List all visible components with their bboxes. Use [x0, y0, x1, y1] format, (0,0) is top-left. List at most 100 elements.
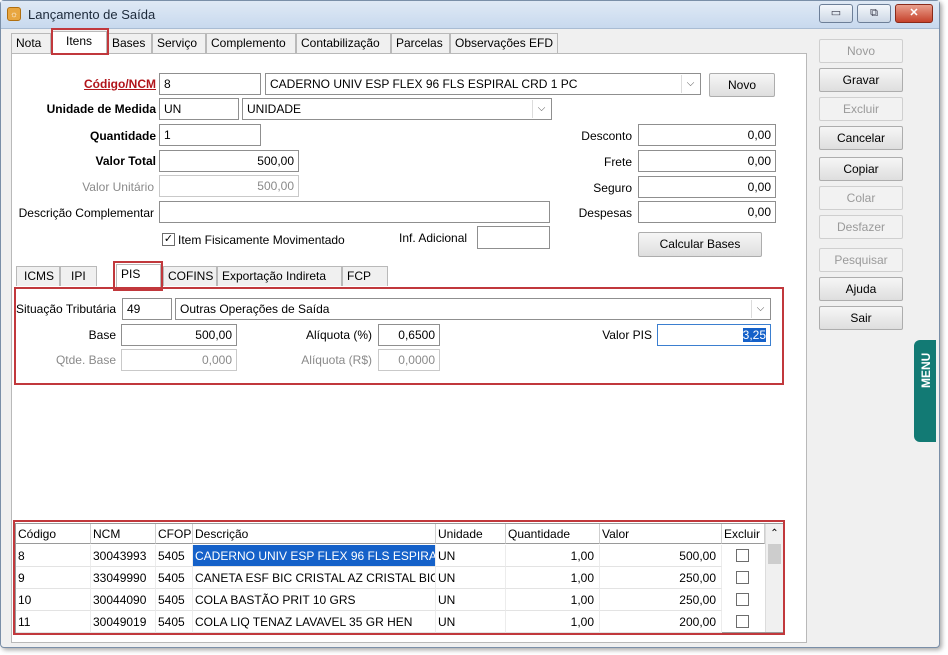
codigo-ncm-link[interactable]: Código/NCM [72, 77, 156, 91]
desconto-input[interactable]: 0,00 [638, 124, 776, 146]
side-menu-tab[interactable]: MENU [914, 340, 936, 442]
grid-cell[interactable]: 33049990 [91, 567, 156, 589]
tab-itens[interactable]: Itens [51, 31, 107, 54]
col-ncm[interactable]: NCM [91, 524, 156, 544]
col-excluir[interactable]: Excluir [722, 524, 765, 544]
minimize-button[interactable]: ▭ [819, 4, 853, 23]
calcular-bases-button[interactable]: Calcular Bases [638, 232, 762, 257]
grid-cell[interactable]: 1,00 [506, 567, 600, 589]
grid-cell[interactable]: 5405 [156, 611, 193, 633]
copiar-button[interactable]: Copiar [819, 157, 903, 181]
tab-fcp[interactable]: FCP [342, 266, 388, 286]
grid-cell[interactable]: COLA BASTÃO PRIT 10 GRS [193, 589, 436, 611]
pis-panel: Situação Tributária 49 Outras Operações … [14, 287, 784, 385]
colar-button[interactable]: Colar [819, 186, 903, 210]
grid-cell[interactable]: UN [436, 545, 506, 567]
excluir-checkbox[interactable] [736, 549, 749, 562]
pesquisar-button[interactable]: Pesquisar [819, 248, 903, 272]
inf-adicional-input[interactable] [477, 226, 550, 249]
tab-contabilizacao[interactable]: Contabilização [296, 33, 391, 53]
tab-bases[interactable]: Bases [107, 33, 152, 53]
excluir-button[interactable]: Excluir [819, 97, 903, 121]
restore-button[interactable]: ⧉ [857, 4, 891, 23]
grid-cell[interactable]: 5405 [156, 545, 193, 567]
ajuda-button[interactable]: Ajuda [819, 277, 903, 301]
situacao-select[interactable]: Outras Operações de Saída ⌵ [175, 298, 771, 320]
chevron-down-icon[interactable]: ⌵ [681, 75, 699, 93]
grid-cell[interactable]: 10 [16, 589, 91, 611]
grid-cell[interactable]: 5405 [156, 589, 193, 611]
col-unidade[interactable]: Unidade [436, 524, 506, 544]
grid-cell[interactable]: 250,00 [600, 589, 722, 611]
excluir-checkbox[interactable] [736, 593, 749, 606]
scroll-thumb[interactable] [768, 544, 781, 564]
grid-cell[interactable]: 500,00 [600, 545, 722, 567]
grid-cell[interactable]: CADERNO UNIV ESP FLEX 96 FLS ESPIRAL C [193, 545, 436, 567]
tab-observacoes-efd[interactable]: Observações EFD [450, 33, 558, 53]
grid-cell[interactable]: 200,00 [600, 611, 722, 633]
aliquota-input[interactable]: 0,6500 [378, 324, 440, 346]
descricao-complementar-input[interactable] [159, 201, 550, 223]
situacao-code-input[interactable]: 49 [122, 298, 172, 320]
grid-cell[interactable]: 8 [16, 545, 91, 567]
menu-tab-label: MENU [919, 352, 933, 388]
col-cfop[interactable]: CFOP [156, 524, 193, 544]
codigo-input[interactable]: 8 [159, 73, 261, 95]
despesas-input[interactable]: 0,00 [638, 201, 776, 223]
produto-value: CADERNO UNIV ESP FLEX 96 FLS ESPIRAL CRD… [270, 77, 578, 91]
grid-cell[interactable]: 1,00 [506, 545, 600, 567]
tab-servico[interactable]: Serviço [152, 33, 206, 53]
excluir-checkbox[interactable] [736, 615, 749, 628]
excluir-checkbox[interactable] [736, 571, 749, 584]
grid-scrollbar[interactable]: ⌃ [765, 524, 783, 632]
grid-cell[interactable]: UN [436, 567, 506, 589]
scroll-up-icon[interactable]: ⌃ [766, 524, 783, 544]
item-fisico-checkbox[interactable]: ✓ [162, 233, 175, 246]
col-valor[interactable]: Valor [600, 524, 722, 544]
grid-cell[interactable]: 9 [16, 567, 91, 589]
col-descricao[interactable]: Descrição [193, 524, 436, 544]
novo-produto-button[interactable]: Novo [709, 73, 775, 97]
desfazer-button[interactable]: Desfazer [819, 215, 903, 239]
grid-cell[interactable]: UN [436, 589, 506, 611]
tab-exportacao-indireta[interactable]: Exportação Indireta [217, 266, 342, 286]
grid-cell[interactable]: 30049019 [91, 611, 156, 633]
window-title: Lançamento de Saída [28, 7, 156, 22]
tab-cofins[interactable]: COFINS [163, 266, 217, 286]
unidade-select[interactable]: UNIDADE ⌵ [242, 98, 552, 120]
col-quantidade[interactable]: Quantidade [506, 524, 600, 544]
valor-total-input[interactable]: 500,00 [159, 150, 299, 172]
col-codigo[interactable]: Código [16, 524, 91, 544]
chevron-down-icon[interactable]: ⌵ [532, 100, 550, 118]
base-input[interactable]: 500,00 [121, 324, 237, 346]
grid-cell[interactable]: 30043993 [91, 545, 156, 567]
tab-nota[interactable]: Nota [11, 33, 51, 53]
quantidade-input[interactable]: 1 [159, 124, 261, 146]
tab-complemento[interactable]: Complemento [206, 33, 296, 53]
novo-button[interactable]: Novo [819, 39, 903, 63]
sair-button[interactable]: Sair [819, 306, 903, 330]
cancelar-button[interactable]: Cancelar [819, 126, 903, 150]
grid-cell[interactable]: COLA LIQ TENAZ LAVAVEL 35 GR HEN [193, 611, 436, 633]
title-bar: ☼ Lançamento de Saída ▭ ⧉ ✕ [1, 1, 939, 29]
grid-cell[interactable]: 1,00 [506, 611, 600, 633]
unidade-code-input[interactable]: UN [159, 98, 239, 120]
valor-pis-input[interactable]: 3,25 [657, 324, 771, 346]
grid-cell[interactable]: 250,00 [600, 567, 722, 589]
close-button[interactable]: ✕ [895, 4, 933, 23]
grid-cell[interactable]: 5405 [156, 567, 193, 589]
grid-cell[interactable]: UN [436, 611, 506, 633]
grid-cell[interactable]: 11 [16, 611, 91, 633]
gravar-button[interactable]: Gravar [819, 68, 903, 92]
tab-ipi[interactable]: IPI [60, 266, 97, 286]
frete-input[interactable]: 0,00 [638, 150, 776, 172]
chevron-down-icon[interactable]: ⌵ [751, 300, 769, 318]
seguro-input[interactable]: 0,00 [638, 176, 776, 198]
produto-select[interactable]: CADERNO UNIV ESP FLEX 96 FLS ESPIRAL CRD… [265, 73, 701, 95]
grid-cell[interactable]: CANETA ESF BIC CRISTAL AZ CRISTAL BIC [193, 567, 436, 589]
tab-pis[interactable]: PIS [116, 264, 161, 287]
tab-icms[interactable]: ICMS [16, 266, 60, 286]
tab-parcelas[interactable]: Parcelas [391, 33, 450, 53]
grid-cell[interactable]: 1,00 [506, 589, 600, 611]
grid-cell[interactable]: 30044090 [91, 589, 156, 611]
